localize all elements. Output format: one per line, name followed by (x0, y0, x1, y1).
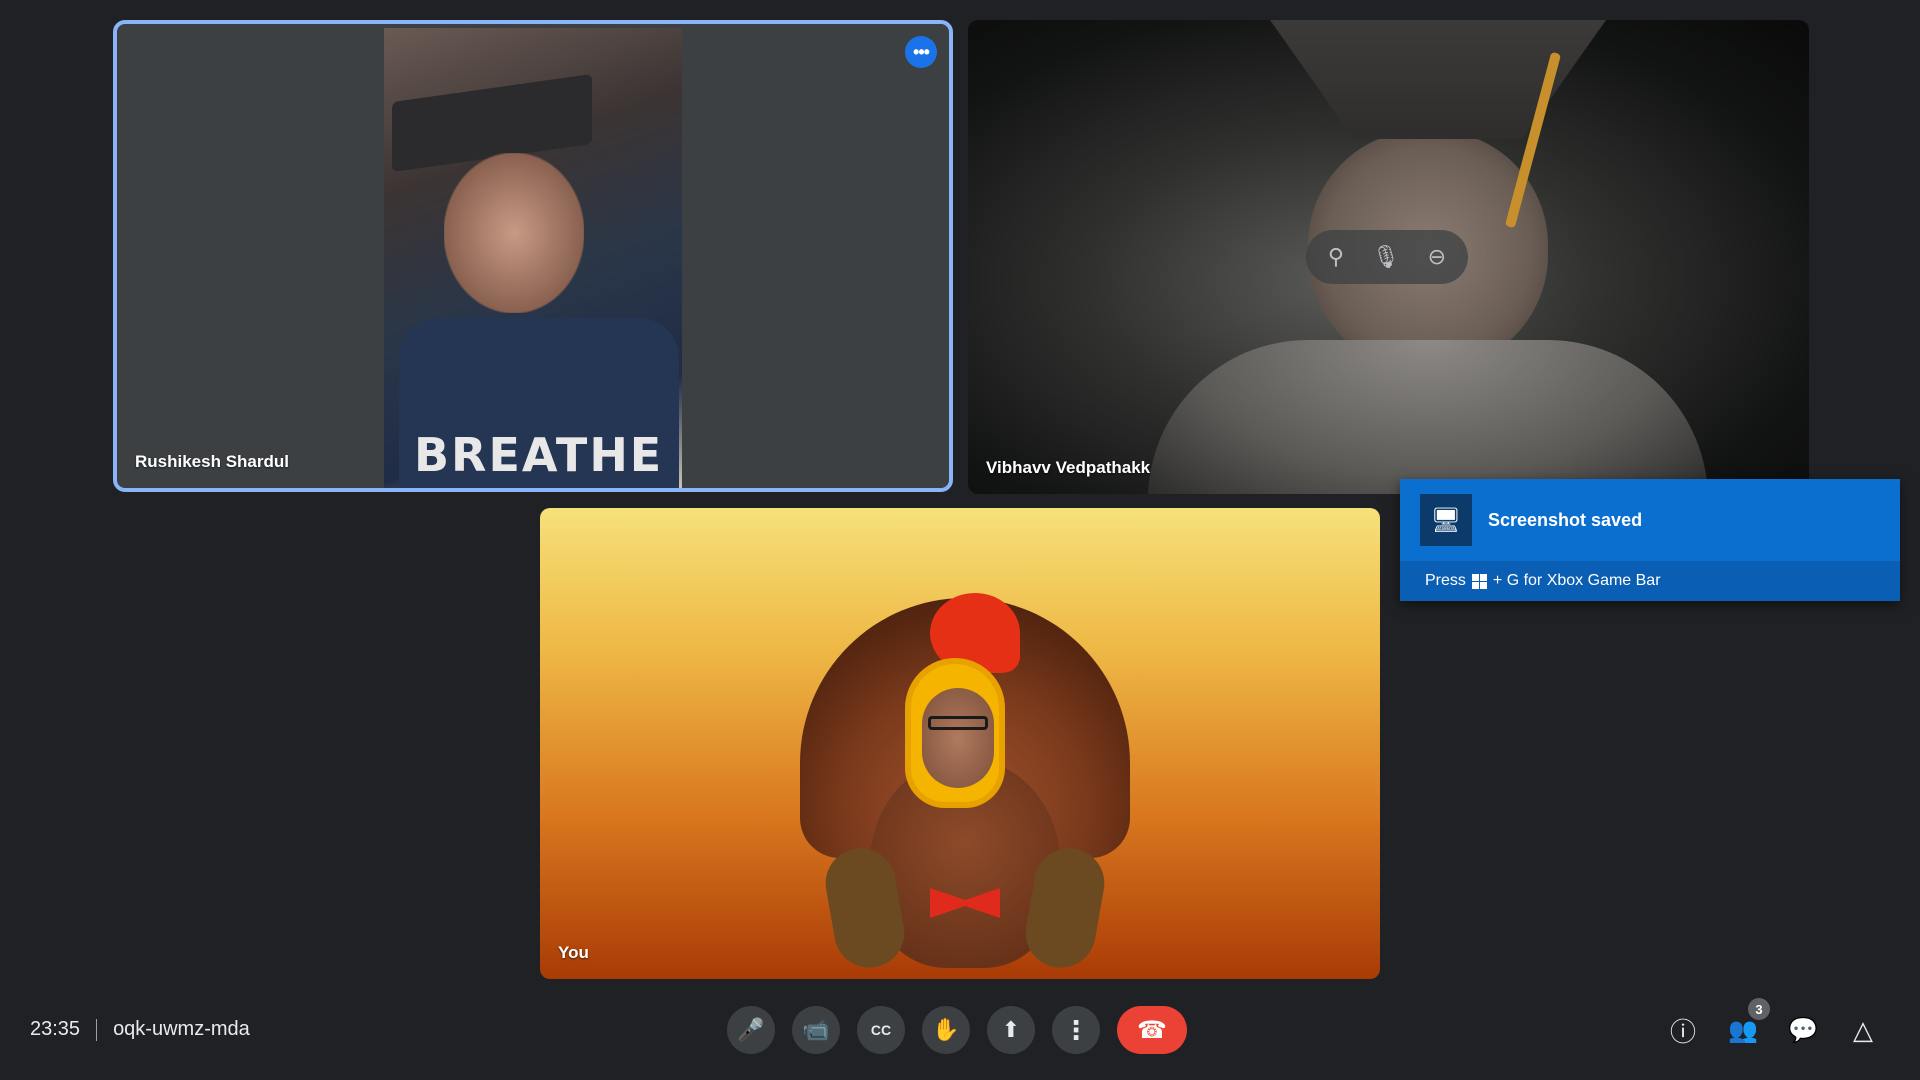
meeting-info: 23:35 oqk-uwmz-mda (30, 1018, 250, 1041)
remove-tile-icon[interactable]: ⊖ (1428, 244, 1446, 270)
meeting-toolbar: 23:35 oqk-uwmz-mda 🎤 📹 CC ✋ ⬆ ⋮ ☎ ⓘ 👥 3 … (0, 990, 1920, 1070)
participant-face (444, 153, 584, 313)
people-button[interactable]: 👥 3 (1726, 998, 1770, 1050)
shirt-text: BREATHE (414, 428, 664, 482)
meeting-time: 23:35 (30, 1018, 81, 1040)
people-icon: 👥 (1728, 1016, 1758, 1044)
meeting-code[interactable]: oqk-uwmz-mda (113, 1018, 250, 1041)
toast-hint: Press + G for Xbox Game Bar (1400, 561, 1900, 601)
chat-icon[interactable]: 💬 (1786, 1010, 1820, 1050)
participant-video: BREATHE (384, 28, 682, 488)
end-call-button[interactable]: ☎ (1117, 1006, 1187, 1054)
glasses (928, 716, 988, 730)
present-screen-button[interactable]: ⬆ (987, 1006, 1035, 1054)
more-options-button[interactable]: ⋮ (1052, 1006, 1100, 1054)
more-options-button[interactable]: ••• (905, 36, 937, 68)
toast-title: Screenshot saved (1488, 509, 1643, 530)
microphone-button[interactable]: 🎤 (727, 1006, 775, 1054)
user-face (922, 688, 994, 788)
gamebar-icon: 🖥 (1420, 494, 1472, 546)
call-controls: 🎤 📹 CC ✋ ⬆ ⋮ ☎ (727, 1006, 1187, 1054)
activities-icon[interactable]: △ (1846, 1010, 1880, 1050)
toast-hint-suffix: + G for Xbox Game Bar (1492, 572, 1661, 589)
participant-name: Vibhavv Vedpathakk (986, 458, 1151, 477)
turkey-avatar-filter (800, 578, 1130, 974)
participant-name: You (558, 943, 589, 962)
participant-vest (1148, 340, 1708, 494)
participant-tile-rushikesh[interactable]: BREATHE ••• Rushikesh Shardul (113, 20, 953, 492)
toast-hint-prefix: Press (1425, 572, 1466, 589)
raise-hand-button[interactable]: ✋ (922, 1006, 970, 1054)
side-panel-tools: ⓘ 👥 3 💬 △ (1666, 998, 1880, 1050)
windows-key-icon (1471, 573, 1487, 589)
participant-tile-you[interactable]: You (540, 508, 1380, 979)
pin-icon[interactable]: ⚲ (1328, 244, 1344, 270)
meeting-details-icon[interactable]: ⓘ (1666, 1010, 1700, 1050)
screenshot-saved-toast[interactable]: 🖥 Screenshot saved Press + G for Xbox Ga… (1400, 479, 1900, 601)
participant-name: Rushikesh Shardul (135, 452, 289, 471)
participant-tile-vibhavv[interactable]: ⚲ 🎙 ⊖ Vibhavv Vedpathakk (968, 20, 1809, 494)
camera-button[interactable]: 📹 (792, 1006, 840, 1054)
participant-count-badge: 3 (1748, 998, 1770, 1020)
toast-header: 🖥 Screenshot saved (1400, 479, 1900, 561)
tile-hover-controls: ⚲ 🎙 ⊖ (1306, 230, 1468, 284)
divider (96, 1018, 98, 1041)
captions-button[interactable]: CC (857, 1006, 905, 1054)
mute-participant-icon[interactable]: 🎙 (1372, 244, 1400, 270)
